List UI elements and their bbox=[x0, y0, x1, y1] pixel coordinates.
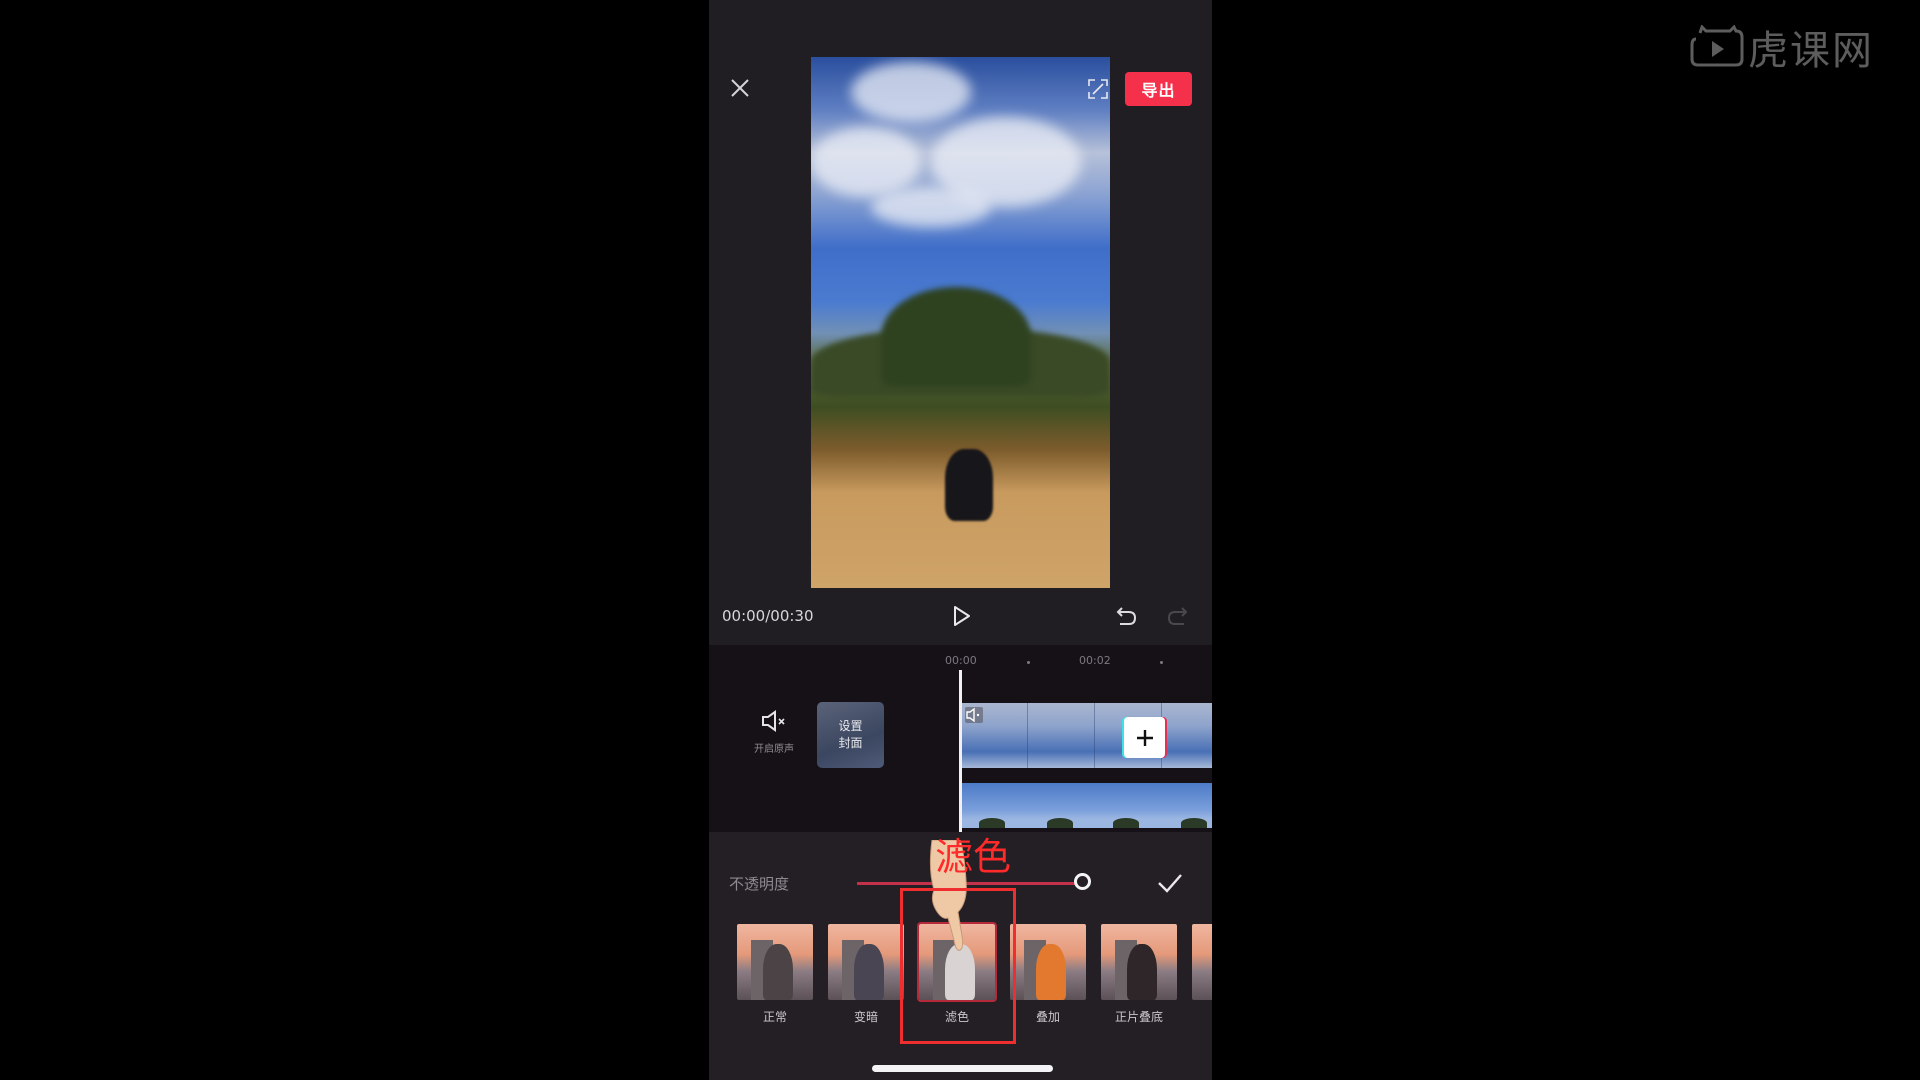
play-button[interactable] bbox=[949, 604, 973, 628]
blend-mode-1[interactable]: 变暗 bbox=[828, 924, 904, 1025]
fullscreen-icon bbox=[1088, 79, 1108, 99]
ruler-tick: 00:02 bbox=[1079, 654, 1111, 667]
add-clip-button[interactable] bbox=[1124, 717, 1165, 758]
blend-mode-3[interactable]: 叠加 bbox=[1010, 924, 1086, 1025]
opacity-slider-knob[interactable] bbox=[1074, 873, 1091, 890]
blend-mode-label: 正片叠底 bbox=[1114, 1010, 1163, 1024]
cloud bbox=[811, 127, 921, 197]
frame-divider bbox=[1094, 703, 1095, 768]
tree-silhouette bbox=[1047, 818, 1073, 828]
timeline[interactable]: 00:00 00:02 开启原声 设置 封面 bbox=[709, 645, 1212, 832]
mute-original-audio-button[interactable]: 开启原声 bbox=[750, 710, 798, 756]
blend-mode-label: 变暗 bbox=[853, 1010, 878, 1024]
redo-icon bbox=[1167, 607, 1188, 625]
blend-mode-thumbnail bbox=[1010, 924, 1086, 1000]
blend-mode-more[interactable] bbox=[1192, 924, 1212, 1000]
main-video-track[interactable] bbox=[961, 703, 1212, 768]
clip-mute-icon bbox=[965, 707, 983, 723]
annotation-label: 滤色 bbox=[935, 835, 1012, 879]
video-preview[interactable] bbox=[811, 57, 1110, 588]
logo-text: 虎课网 bbox=[1748, 28, 1874, 74]
tiger-play-icon bbox=[1690, 25, 1744, 67]
blend-mode-thumbnail bbox=[1192, 924, 1212, 1000]
play-icon bbox=[954, 606, 970, 626]
watermark-logo: 虎课网 bbox=[1690, 18, 1874, 76]
blend-mode-thumbnail bbox=[1101, 924, 1177, 1000]
tree-silhouette bbox=[1181, 818, 1207, 828]
figure bbox=[763, 944, 793, 1000]
figure bbox=[854, 944, 884, 1000]
ruler-dot bbox=[1027, 661, 1030, 664]
cover-label-line2: 封面 bbox=[838, 736, 863, 750]
close-button[interactable] bbox=[728, 76, 752, 100]
blend-mode-thumbnail bbox=[828, 924, 904, 1000]
plus-icon bbox=[1136, 729, 1153, 746]
redo-button[interactable] bbox=[1166, 604, 1190, 628]
figure bbox=[1127, 944, 1157, 1000]
blend-mode-thumbnail bbox=[737, 924, 813, 1000]
blend-mode-label: 叠加 bbox=[1035, 1010, 1060, 1024]
speaker-mute-icon bbox=[762, 710, 785, 732]
ruler-tick: 00:00 bbox=[945, 654, 977, 667]
undo-button[interactable] bbox=[1114, 604, 1138, 628]
tree-silhouette bbox=[1113, 818, 1139, 828]
confirm-button[interactable] bbox=[1156, 869, 1184, 897]
frame-divider bbox=[1027, 703, 1028, 768]
cover-label-line1: 设置 bbox=[838, 719, 863, 733]
blend-mode-4[interactable]: 正片叠底 bbox=[1101, 924, 1177, 1025]
timecode: 00:00/00:30 bbox=[722, 607, 814, 625]
blend-mode-label: 正常 bbox=[762, 1010, 787, 1024]
cloud bbox=[871, 187, 991, 227]
mute-label: 开启原声 bbox=[754, 744, 794, 755]
playhead[interactable] bbox=[959, 670, 962, 832]
export-button[interactable]: 导出 bbox=[1125, 72, 1192, 106]
ruler-dot bbox=[1160, 661, 1163, 664]
phone-screen: 导出 00:00/00:30 00:00 00:02 开启原声 设置 封面 不透… bbox=[709, 0, 1212, 1080]
highlight-box bbox=[900, 888, 1016, 1044]
person-figure bbox=[945, 449, 993, 521]
figure bbox=[1036, 944, 1066, 1000]
home-indicator bbox=[872, 1065, 1053, 1072]
check-icon bbox=[1158, 874, 1182, 893]
set-cover-button[interactable]: 设置 封面 bbox=[817, 702, 884, 768]
fullscreen-button[interactable] bbox=[1086, 77, 1110, 101]
close-icon bbox=[731, 79, 749, 97]
opacity-label: 不透明度 bbox=[729, 875, 790, 893]
undo-icon bbox=[1116, 607, 1137, 625]
tree bbox=[881, 287, 1031, 387]
blend-mode-0[interactable]: 正常 bbox=[737, 924, 813, 1025]
cloud bbox=[851, 62, 971, 122]
overlay-video-track[interactable] bbox=[961, 783, 1212, 828]
